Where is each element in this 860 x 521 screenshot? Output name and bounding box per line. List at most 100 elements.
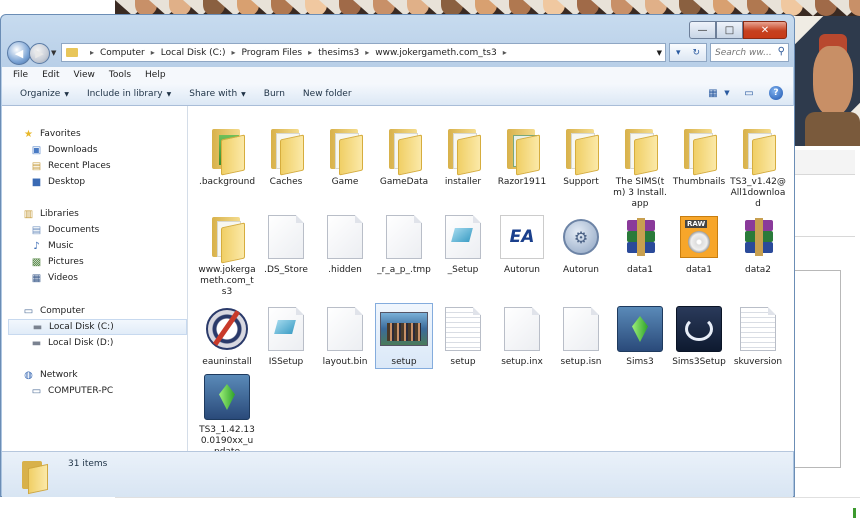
breadcrumb-separator-icon[interactable]: ▸	[503, 48, 507, 57]
file-item[interactable]: .DS_Store	[258, 212, 314, 276]
menu-edit[interactable]: Edit	[42, 70, 59, 80]
setup-file-icon	[445, 215, 481, 259]
file-label: .hidden	[328, 265, 362, 275]
breadcrumb-separator-icon[interactable]: ▸	[151, 48, 155, 57]
breadcrumb-item[interactable]: Program Files	[242, 48, 303, 58]
nav-local-disk-c[interactable]: ▬ Local Disk (C:)	[8, 319, 187, 335]
background-footer	[115, 497, 860, 521]
background-textarea[interactable]	[795, 270, 841, 468]
menu-tools[interactable]: Tools	[109, 70, 131, 80]
file-icon-box	[498, 124, 546, 176]
breadcrumb-separator-icon[interactable]: ▸	[232, 48, 236, 57]
file-item[interactable]: Sims3	[612, 304, 668, 368]
breadcrumb-separator-icon[interactable]: ▸	[308, 48, 312, 57]
nav-music[interactable]: ♪ Music	[30, 238, 185, 254]
burn-button[interactable]: Burn	[264, 89, 285, 99]
file-item[interactable]: TS3_1.42.130.0190xx_update	[199, 372, 255, 458]
include-in-library-button[interactable]: Include in library ▼	[87, 89, 171, 99]
file-label: Caches	[269, 177, 303, 187]
organize-button[interactable]: Organize ▼	[20, 89, 69, 99]
file-item[interactable]: setup.inx	[494, 304, 550, 368]
file-item[interactable]: _r_a_p_.tmp	[376, 212, 432, 276]
file-item[interactable]: eauninstall	[199, 304, 255, 368]
nav-computer-pc[interactable]: ▭ COMPUTER-PC	[30, 383, 185, 399]
documents-icon: ▤	[31, 224, 42, 236]
breadcrumb-separator-icon[interactable]: ▸	[90, 48, 94, 57]
nav-libraries[interactable]: ▥ Libraries	[22, 206, 182, 222]
close-button[interactable]: ✕	[743, 21, 787, 39]
share-with-button[interactable]: Share with ▼	[189, 89, 246, 99]
nav-network[interactable]: ◍ Network	[22, 367, 182, 383]
nav-local-disk-d[interactable]: ▬ Local Disk (D:)	[30, 335, 185, 351]
address-bar[interactable]: ▸ Computer ▸ Local Disk (C:) ▸ Program Files ▸…	[61, 43, 666, 62]
nav-computer[interactable]: ▭ Computer	[22, 303, 182, 319]
breadcrumb-separator-icon[interactable]: ▸	[365, 48, 369, 57]
file-item[interactable]: ISSetup	[258, 304, 314, 368]
file-item[interactable]: Caches	[258, 124, 314, 188]
file-item[interactable]: Game	[317, 124, 373, 188]
file-item[interactable]: RAW data1	[671, 212, 727, 276]
nav-desktop[interactable]: ■ Desktop	[30, 174, 185, 190]
file-item[interactable]: www.jokergameth.com_ts3	[198, 212, 256, 298]
file-item[interactable]: .background	[199, 124, 255, 188]
address-dropdown-icon[interactable]: ▼	[657, 49, 662, 57]
new-folder-button[interactable]: New folder	[303, 89, 352, 99]
recent-pages-dropdown[interactable]: ▼	[51, 49, 56, 57]
file-item[interactable]: _Setup	[435, 212, 491, 276]
nav-favorites[interactable]: ★ Favorites	[22, 126, 182, 142]
refresh-controls[interactable]: ▾ ↻	[669, 43, 707, 62]
file-item[interactable]: Thumbnails	[671, 124, 727, 188]
file-item[interactable]: data2	[730, 212, 786, 276]
breadcrumb-item[interactable]: Local Disk (C:)	[161, 48, 226, 58]
folder-icon	[446, 127, 481, 176]
search-box[interactable]: ⚲	[710, 43, 789, 62]
file-label: setup.inx	[501, 357, 543, 367]
file-label: The SIMS(tm) 3 Install.app	[613, 177, 667, 209]
minimize-button[interactable]: —	[689, 21, 716, 39]
search-input[interactable]	[715, 47, 773, 58]
address-history-icon[interactable]: ▾	[676, 48, 681, 58]
file-item[interactable]: installer	[435, 124, 491, 188]
nav-videos[interactable]: ▦ Videos	[30, 270, 185, 286]
file-item[interactable]: ⚙ Autorun	[553, 212, 609, 276]
preview-pane-icon[interactable]: ▭	[741, 86, 757, 100]
file-icon-box	[203, 304, 251, 354]
file-item[interactable]: Support	[553, 124, 609, 188]
view-dropdown-icon[interactable]: ▼	[723, 86, 731, 100]
nav-recent-places[interactable]: ▤ Recent Places	[30, 158, 185, 174]
file-item[interactable]: TS3_v1.42@All1download	[730, 124, 786, 210]
file-item[interactable]: setup	[435, 304, 491, 368]
file-icon-box: RAW	[675, 212, 723, 262]
change-view-icon[interactable]: ▦	[705, 86, 721, 100]
file-item[interactable]: .hidden	[317, 212, 373, 276]
back-button[interactable]: ◀	[7, 41, 31, 65]
file-item[interactable]: setup	[375, 303, 433, 369]
file-item[interactable]: Sims3Setup	[671, 304, 727, 368]
nav-pictures[interactable]: ▩ Pictures	[30, 254, 185, 270]
file-item[interactable]: EA Autorun	[494, 212, 550, 276]
file-item[interactable]: The SIMS(tm) 3 Install.app	[612, 124, 668, 210]
sims-plumbob-icon	[617, 306, 663, 352]
nav-documents[interactable]: ▤ Documents	[30, 222, 185, 238]
forward-button[interactable]: ▶	[29, 43, 50, 64]
file-item[interactable]: layout.bin	[317, 304, 373, 368]
file-item[interactable]: skuversion	[730, 304, 786, 368]
file-item[interactable]: GameData	[376, 124, 432, 188]
file-item[interactable]: data1	[612, 212, 668, 276]
menu-help[interactable]: Help	[145, 70, 166, 80]
maximize-button[interactable]: □	[716, 21, 743, 39]
file-icon-box	[262, 304, 310, 354]
refresh-icon[interactable]: ↻	[692, 48, 700, 58]
file-item[interactable]: Razor1911	[494, 124, 550, 188]
breadcrumb-item[interactable]: thesims3	[318, 48, 359, 58]
nav-downloads[interactable]: ▣ Downloads	[30, 142, 185, 158]
breadcrumb-item[interactable]: Computer	[100, 48, 145, 58]
breadcrumb-item[interactable]: www.jokergameth.com_ts3	[375, 48, 496, 58]
menu-file[interactable]: File	[13, 70, 28, 80]
help-icon[interactable]: ?	[769, 86, 783, 100]
file-item[interactable]: setup.isn	[553, 304, 609, 368]
file-list: .background Caches Game GameData installer Ra…	[188, 106, 794, 457]
search-icon[interactable]: ⚲	[778, 46, 785, 57]
menu-view[interactable]: View	[74, 70, 95, 80]
file-label: GameData	[379, 177, 429, 187]
